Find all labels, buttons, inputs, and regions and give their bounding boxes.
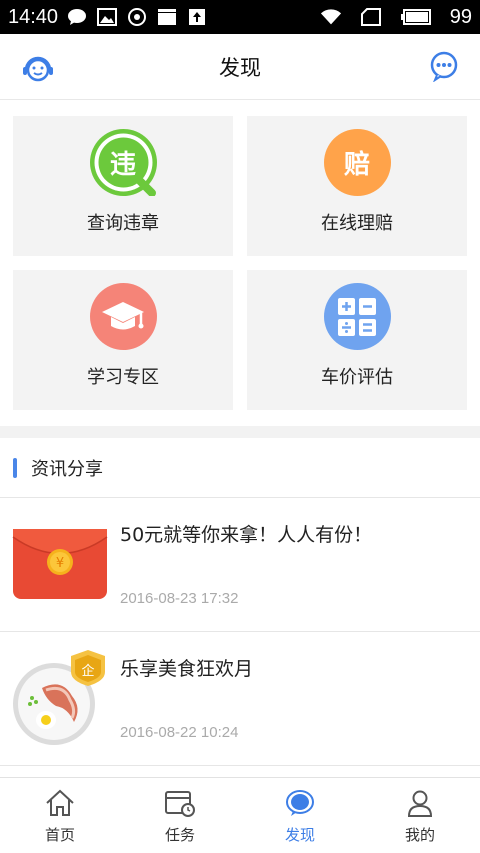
claim-glyph: 赔 <box>343 150 370 180</box>
news-title: 乐享美食狂欢月 <box>120 658 254 680</box>
calculator-icon <box>323 283 391 350</box>
food-plate-icon: 企 <box>12 648 108 748</box>
tab-label: 发现 <box>284 826 315 844</box>
home-icon <box>44 788 76 818</box>
upload-icon <box>186 7 208 27</box>
tab-label: 任务 <box>164 826 195 844</box>
section-title: 资讯分享 <box>31 458 103 480</box>
violation-search-icon: 违 <box>89 129 157 196</box>
profile-icon <box>404 788 436 818</box>
svg-text:企: 企 <box>81 663 94 679</box>
tab-discover[interactable]: 发现 <box>240 778 360 853</box>
section-accent-bar <box>13 457 17 478</box>
news-date: 2016-08-23 17:32 <box>120 590 239 607</box>
sim-icon <box>360 7 382 27</box>
car-valuation-tile[interactable]: 车价评估 <box>247 270 467 410</box>
status-bar: 14:40 99 <box>0 0 480 34</box>
feature-label: 查询违章 <box>87 213 159 234</box>
bottom-tab-bar: 首页 任务 发现 我的 <box>0 777 480 853</box>
tab-label: 首页 <box>44 826 75 844</box>
news-section-header: 资讯分享 <box>0 438 480 498</box>
battery-icon <box>400 7 432 27</box>
tab-tasks[interactable]: 任务 <box>120 778 240 853</box>
clapper-icon <box>156 7 178 27</box>
red-envelope-icon: ¥ <box>12 526 108 602</box>
violation-query-tile[interactable]: 违 查询违章 <box>13 116 233 256</box>
top-app-bar: 发现 <box>0 34 480 100</box>
chat-bubble-icon <box>66 7 88 27</box>
discover-icon <box>284 788 316 818</box>
customer-service-icon[interactable] <box>20 50 56 86</box>
message-icon[interactable] <box>428 50 460 83</box>
battery-level: 99 <box>449 5 472 28</box>
image-icon <box>96 7 118 27</box>
feature-label: 车价评估 <box>321 367 393 388</box>
status-time: 14:40 <box>8 5 59 28</box>
page-title: 发现 <box>219 55 261 80</box>
svg-text:¥: ¥ <box>56 556 64 571</box>
feature-label: 在线理赔 <box>321 213 393 234</box>
wifi-icon <box>320 7 342 27</box>
task-icon <box>164 788 196 818</box>
news-date: 2016-08-22 10:24 <box>120 724 239 741</box>
learning-zone-tile[interactable]: 学习专区 <box>13 270 233 410</box>
sync-icon <box>126 7 148 27</box>
news-item[interactable]: ¥ 50元就等你来拿！人人有份！ 2016-08-23 17:32 <box>0 498 480 632</box>
tab-profile[interactable]: 我的 <box>360 778 480 853</box>
feature-label: 学习专区 <box>87 367 159 388</box>
claim-icon: 赔 <box>323 129 391 196</box>
tab-home[interactable]: 首页 <box>0 778 120 853</box>
news-item[interactable]: 企 乐享美食狂欢月 2016-08-22 10:24 <box>0 632 480 766</box>
news-title: 50元就等你来拿！人人有份！ <box>120 524 373 546</box>
graduation-cap-icon <box>89 283 157 350</box>
online-claim-tile[interactable]: 赔 在线理赔 <box>247 116 467 256</box>
tab-label: 我的 <box>404 826 435 844</box>
feature-grid: 违 查询违章 赔 在线理赔 学习专区 车价评估 <box>0 100 480 426</box>
section-divider <box>0 426 480 438</box>
violation-glyph: 违 <box>109 150 136 180</box>
